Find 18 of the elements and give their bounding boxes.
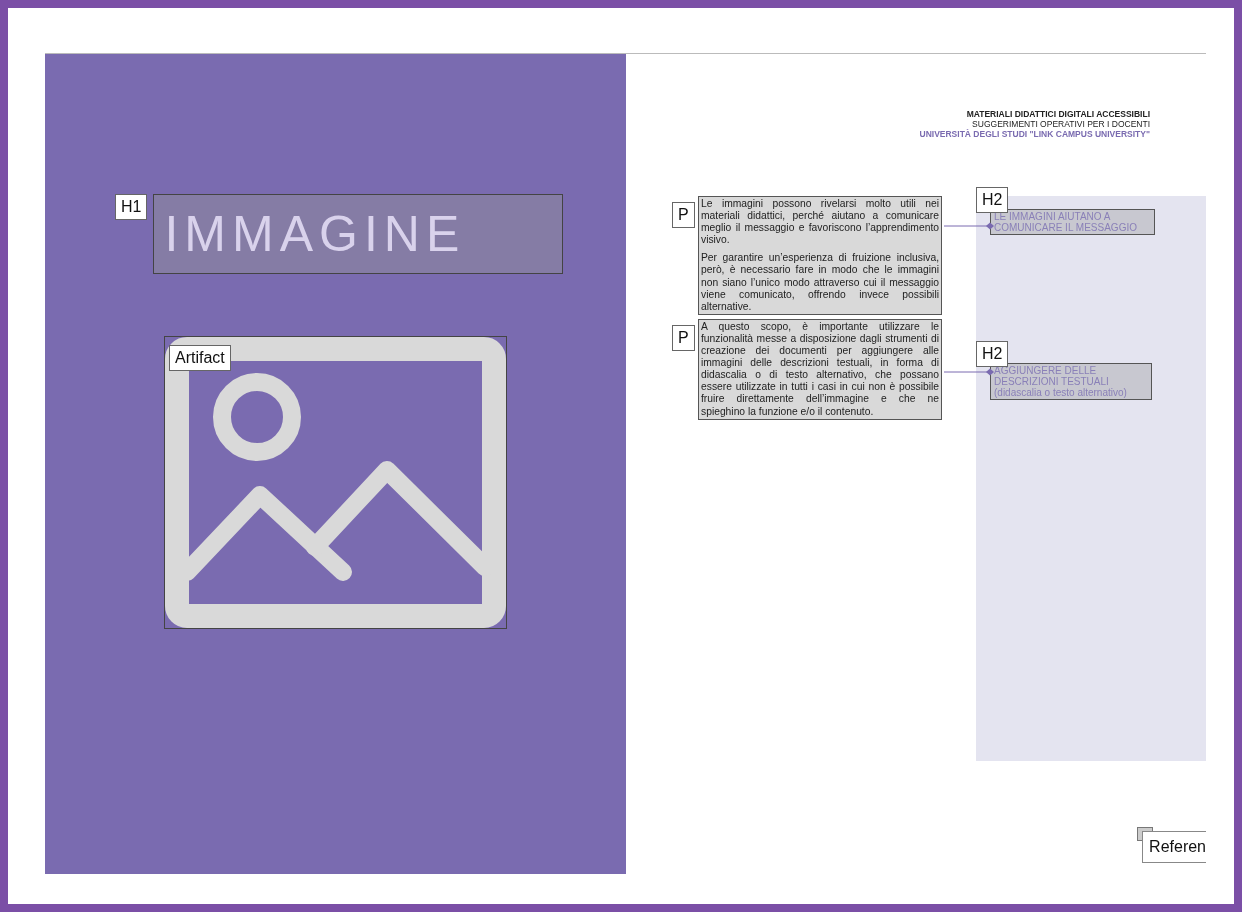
- tag-label[interactable]: H2: [976, 187, 1009, 213]
- connector-line: [944, 222, 994, 230]
- university-name: UNIVERSITÀ DEGLI STUDI "LINK CAMPUS UNIVERSITY": [919, 129, 1150, 139]
- tag-label[interactable]: Artifact: [169, 345, 231, 371]
- tag-label[interactable]: Referen: [1142, 831, 1206, 863]
- paragraph: Le immagini possono rivelarsi molto utili nei materiali didattici, perché aiutano a comunicare meglio il messaggio e favoriscono l’apprendimento visivo.: [701, 198, 939, 247]
- page-heading: IMMAGINE: [153, 194, 564, 274]
- document-title: MATERIALI DIDATTICI DIGITALI ACCESSIBILI: [966, 109, 1150, 119]
- tag-label[interactable]: P: [672, 324, 695, 351]
- paragraph: A questo scopo, è importante utilizzare le funzionalità messe a disposizione dagli strumenti di creazione dei documenti per aggiungere alle immagini delle descrizioni testuali, in forma di didascalia o di testo alternativo, che possano essere utilizzate in tutti i casi in cui non è possibile fruire direttamente dell’immagine e che ne spieghino la funzione e/o il contenuto.: [701, 320, 939, 418]
- image-placeholder-icon: [165, 337, 506, 628]
- paragraph: Per garantire un’esperienza di fruizione inclusiva, però, è necessario fare in modo che le immagini non siano l’unico modo attraverso cui il messaggio viene comunicato, offrendo invece possibili alternative.: [701, 252, 939, 313]
- connector-line: [944, 368, 994, 376]
- side-heading: AGGIUNGERE DELLE DESCRIZIONI TESTUALI (didascalia o testo alternativo): [990, 363, 1152, 400]
- tag-label[interactable]: H2: [976, 341, 1009, 367]
- document-subtitle: SUGGERIMENTI OPERATIVI PER I DOCENTI: [972, 119, 1150, 129]
- tag-label[interactable]: P: [672, 202, 695, 228]
- tag-label[interactable]: H1: [115, 194, 148, 220]
